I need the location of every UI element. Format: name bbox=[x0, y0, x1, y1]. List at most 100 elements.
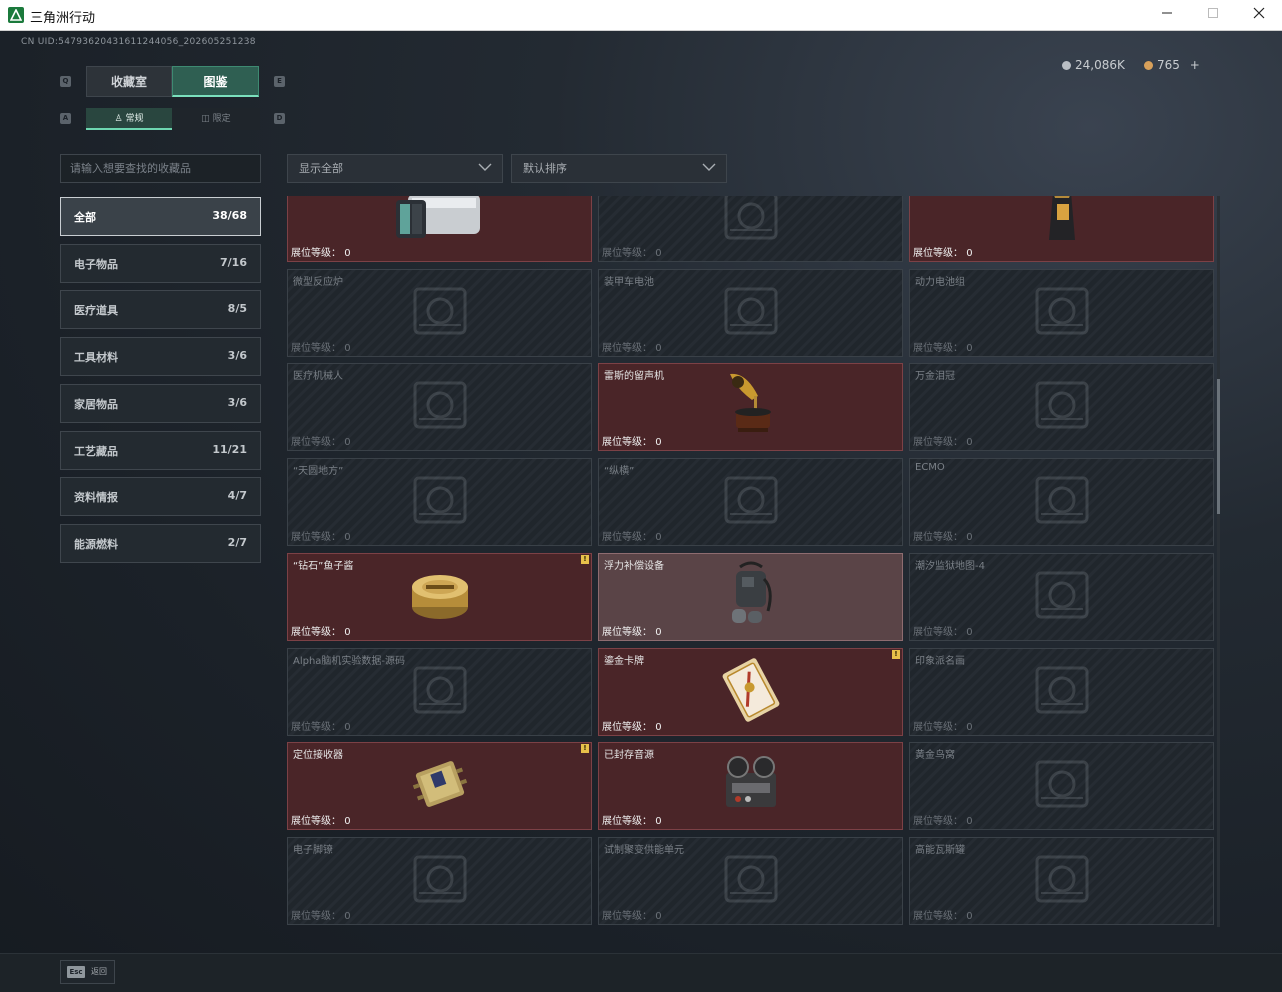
tape-recorder-icon bbox=[718, 753, 784, 819]
card-level-value: 0 bbox=[966, 437, 973, 449]
category-item[interactable]: 工艺藏品 11/21 bbox=[60, 430, 261, 470]
new-badge-icon: ! bbox=[581, 744, 589, 754]
data-icon bbox=[405, 660, 475, 724]
card-name: Alpha脑机实验数据-源码 bbox=[293, 655, 406, 667]
collection-card[interactable]: 浮力补偿设备 展位等级： 0 bbox=[598, 552, 903, 641]
card-level-value: 0 bbox=[966, 721, 973, 733]
category-item[interactable]: 全部 38/68 bbox=[60, 197, 261, 236]
card-level-value: 0 bbox=[655, 532, 662, 544]
card-level: 展位等级： 0 bbox=[602, 528, 662, 543]
search-input[interactable]: 请输入想要查找的收藏品 bbox=[60, 154, 261, 183]
category-item[interactable]: 家居物品 3/6 bbox=[60, 383, 261, 423]
card-level-value: 0 bbox=[344, 910, 351, 922]
category-count: 11/21 bbox=[212, 442, 247, 456]
card-level-label: 展位等级： bbox=[913, 342, 963, 354]
card-level-label: 展位等级： bbox=[602, 721, 652, 733]
collection-card[interactable]: 装甲车电池 展位等级： 0 bbox=[598, 268, 903, 357]
back-button[interactable]: Esc 返回 bbox=[60, 960, 115, 984]
card-level-label: 展位等级： bbox=[291, 342, 341, 354]
collection-card[interactable]: 鎏金卡牌 展位等级： 0! bbox=[598, 647, 903, 736]
card-level-label: 展位等级： bbox=[913, 910, 963, 922]
category-item[interactable]: 能源燃料 2/7 bbox=[60, 523, 261, 563]
minimize-button[interactable] bbox=[1144, 0, 1190, 31]
card-level-label: 展位等级： bbox=[291, 248, 341, 259]
caviar-icon bbox=[408, 567, 472, 627]
coffee-bag-icon bbox=[1047, 196, 1077, 246]
card-level: 展位等级： 0 bbox=[913, 907, 973, 922]
maximize-button[interactable] bbox=[1190, 0, 1236, 31]
card-level: 展位等级： 0 bbox=[291, 812, 351, 827]
category-item[interactable]: 工具材料 3/6 bbox=[60, 337, 261, 377]
collection-card[interactable]: 电子脚镣 展位等级： 0 bbox=[287, 836, 592, 925]
card-name: 浮力补偿设备 bbox=[604, 560, 664, 572]
collection-card[interactable]: “纵横” 展位等级： 0 bbox=[598, 458, 903, 547]
card-level: 展位等级： 0 bbox=[602, 907, 662, 922]
collection-card[interactable]: 潮汐监狱地图-4 展位等级： 0 bbox=[909, 552, 1214, 641]
reactor-icon bbox=[405, 281, 475, 345]
category-item[interactable]: 医疗道具 8/5 bbox=[60, 290, 261, 330]
collection-card[interactable]: 高能瓦斯罐 展位等级： 0 bbox=[909, 836, 1214, 925]
add-currency-button[interactable]: + bbox=[1190, 58, 1200, 72]
collection-card[interactable]: Alpha脑机实验数据-源码 展位等级： 0 bbox=[287, 647, 592, 736]
category-label: 医疗道具 bbox=[74, 304, 118, 318]
collection-card[interactable]: 医疗机械人 展位等级： 0 bbox=[287, 363, 592, 452]
gas-tank-icon bbox=[1027, 849, 1097, 913]
card-level-label: 展位等级： bbox=[291, 437, 341, 449]
card-level-label: 展位等级： bbox=[291, 910, 341, 922]
scrollbar-thumb[interactable] bbox=[1217, 379, 1220, 514]
card-level-label: 展位等级： bbox=[602, 910, 652, 922]
collection-card[interactable]: 印象派名画 展位等级： 0 bbox=[909, 647, 1214, 736]
painting-icon bbox=[1027, 660, 1097, 724]
sort-dropdown[interactable]: 默认排序 bbox=[511, 154, 727, 183]
collection-card[interactable]: 雷斯的留声机 展位等级： 0 bbox=[598, 363, 903, 452]
collection-card[interactable]: ECMO 展位等级： 0 bbox=[909, 458, 1214, 547]
sort-dropdown-value: 默认排序 bbox=[523, 162, 567, 175]
card-level-value: 0 bbox=[655, 342, 662, 354]
tab-gallery[interactable]: 图鉴 bbox=[172, 66, 259, 97]
currency-coins: 24,086K bbox=[1062, 58, 1125, 72]
collection-card[interactable]: 展位等级： 0 bbox=[598, 196, 903, 262]
card-level: 展位等级： 0 bbox=[291, 623, 351, 638]
card-level: 展位等级： 0 bbox=[602, 433, 662, 448]
collection-card[interactable]: 微型反应炉 展位等级： 0 bbox=[287, 268, 592, 357]
subtab-limited[interactable]: ◫ 限定 bbox=[172, 108, 260, 130]
card-level-label: 展位等级： bbox=[291, 532, 341, 544]
collection-card[interactable]: 定位接收器 展位等级： 0! bbox=[287, 742, 592, 831]
collection-card[interactable]: 万金泪冠 展位等级： 0 bbox=[909, 363, 1214, 452]
card-level-value: 0 bbox=[966, 816, 973, 828]
card-level-label: 展位等级： bbox=[602, 437, 652, 449]
tab-collection-room[interactable]: 收藏室 bbox=[86, 66, 172, 97]
category-item[interactable]: 电子物品 7/16 bbox=[60, 243, 261, 283]
card-level-value: 0 bbox=[344, 816, 351, 828]
card-level-value: 0 bbox=[344, 626, 351, 638]
collection-card[interactable]: “钻石”鱼子酱 展位等级： 0! bbox=[287, 552, 592, 641]
collection-card[interactable]: 展位等级： 0 bbox=[909, 196, 1214, 262]
new-badge-icon: ! bbox=[892, 649, 900, 659]
card-name: 万金泪冠 bbox=[915, 371, 955, 383]
close-button[interactable] bbox=[1236, 0, 1282, 31]
maximize-icon bbox=[1208, 8, 1218, 18]
card-level-value: 0 bbox=[344, 248, 351, 259]
collection-card[interactable]: 试制聚变供能单元 展位等级： 0 bbox=[598, 836, 903, 925]
category-item[interactable]: 资料情报 4/7 bbox=[60, 477, 261, 517]
card-level-label: 展位等级： bbox=[602, 816, 652, 828]
card-level: 展位等级： 0 bbox=[913, 623, 973, 638]
category-label: 工具材料 bbox=[74, 351, 118, 365]
category-label: 家居物品 bbox=[74, 397, 118, 411]
collection-card[interactable]: 黄金鸟窝 展位等级： 0 bbox=[909, 742, 1214, 831]
collection-card[interactable]: 展位等级： 0 bbox=[287, 196, 592, 262]
limited-icon: ◫ bbox=[201, 114, 213, 124]
minimize-icon bbox=[1162, 12, 1172, 14]
collection-card[interactable]: 动力电池组 展位等级： 0 bbox=[909, 268, 1214, 357]
card-level-label: 展位等级： bbox=[602, 248, 652, 259]
collection-card[interactable]: 已封存音源 展位等级： 0 bbox=[598, 742, 903, 831]
category-label: 能源燃料 bbox=[74, 537, 118, 551]
filter-dropdown[interactable]: 显示全部 bbox=[287, 154, 503, 183]
collection-card[interactable]: “天圆地方” 展位等级： 0 bbox=[287, 458, 592, 547]
close-icon bbox=[1253, 7, 1265, 19]
card-level: 展位等级： 0 bbox=[291, 433, 351, 448]
window-title: 三角洲行动 bbox=[30, 11, 96, 26]
esc-key-hint: Esc bbox=[67, 966, 85, 978]
grid-scrollbar[interactable] bbox=[1217, 196, 1220, 927]
subtab-normal[interactable]: ♙ 常规 bbox=[86, 108, 172, 130]
